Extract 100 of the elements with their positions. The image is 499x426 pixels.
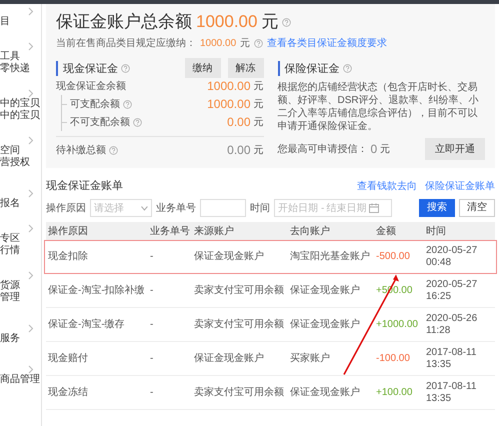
table-cell: 淘宝阳光基金账户 — [288, 240, 374, 274]
caret-icon — [141, 206, 148, 210]
table-cell: 2020-05-27 16:25 — [424, 274, 495, 308]
table-cell: - — [148, 240, 192, 274]
page-title: 保证金账户总余额 — [56, 11, 192, 33]
table-cell: - — [148, 308, 192, 342]
order-number-field[interactable] — [200, 199, 246, 217]
credit-amount: 0 — [370, 142, 378, 156]
table-cell: 保证金现金账户 — [192, 240, 288, 274]
column-header: 来源账户 — [192, 222, 288, 240]
currency-unit: 元 — [240, 37, 250, 50]
table-cell: - — [148, 342, 192, 376]
table-cell: 保证金现金账户 — [288, 376, 374, 410]
sidebar-item[interactable]: 商品管理 — [0, 374, 40, 386]
card-title: 保险保证金 — [278, 60, 340, 76]
sidebar-item[interactable]: 专区 — [0, 233, 20, 245]
sidebar-item[interactable]: 营授权 — [0, 157, 30, 169]
chevron-icon[interactable] — [28, 271, 34, 280]
table-cell: 2017-08-11 13:35 — [424, 376, 495, 410]
balance-label: 待补缴总额 — [56, 144, 106, 157]
section-title: 现金保证金账单 — [46, 179, 123, 193]
table-cell: 现金冻结 — [46, 376, 148, 410]
chevron-icon[interactable] — [28, 136, 34, 145]
table-cell: 卖家支付宝可用余额 — [192, 308, 288, 342]
card-title: 现金保证金 — [56, 60, 118, 76]
currency-unit: 元 — [380, 143, 390, 156]
chevron-icon[interactable] — [28, 7, 34, 16]
sidebar-item[interactable]: 中的宝贝 — [0, 98, 40, 110]
chevron-icon[interactable] — [28, 42, 34, 51]
balance-label: 不可支配余额 — [70, 116, 130, 129]
currency-unit: 元 — [261, 11, 278, 33]
help-icon — [342, 64, 352, 72]
table-cell: +100.00 — [374, 376, 424, 410]
search-button[interactable]: 搜索 — [419, 199, 455, 217]
table-cell: 买家账户 — [288, 342, 374, 376]
balance-label: 可支配余额 — [70, 98, 120, 111]
sidebar-item[interactable]: 中的宝贝 — [0, 110, 40, 122]
help-icon — [282, 18, 292, 27]
column-header: 金额 — [374, 222, 424, 240]
table-cell: 保证金-淘宝-缴存 — [46, 308, 148, 342]
chevron-icon[interactable] — [28, 89, 34, 98]
currency-unit: 元 — [254, 80, 264, 93]
sidebar-item[interactable]: 管理 — [0, 292, 20, 304]
range-separator: - — [321, 202, 324, 214]
table-cell: 2020-05-27 00:48 — [424, 240, 495, 274]
help-icon — [121, 64, 130, 72]
sidebar-item[interactable]: 报名 — [0, 198, 20, 210]
sidebar-item[interactable]: 目 — [0, 16, 10, 28]
action-button[interactable]: 解冻 — [228, 58, 264, 78]
reason-input[interactable]: 请选择 — [94, 202, 140, 214]
credit-label: 您最高可申请授信： — [278, 142, 368, 156]
currency-unit: 元 — [254, 98, 264, 111]
table-cell: 保证金现金账户 — [288, 308, 374, 342]
table-cell: 现金赔付 — [46, 342, 148, 376]
required-amount: 1000.00 — [200, 38, 236, 48]
sidebar-item[interactable]: 服务 — [0, 333, 20, 345]
table-cell: 卖家支付宝可用余额 — [192, 274, 288, 308]
required-label: 当前在售商品类目规定应缴纳： — [56, 36, 196, 50]
end-date-input[interactable]: 结束日期 — [326, 202, 368, 214]
chevron-icon[interactable] — [28, 324, 34, 333]
currency-unit: 元 — [254, 144, 264, 157]
sidebar-item[interactable]: 货源 — [0, 280, 20, 292]
filter-label: 业务单号 — [156, 202, 196, 215]
clear-button[interactable]: 清空 — [459, 199, 495, 217]
balance-amount: 0.00 — [227, 115, 250, 129]
table-cell: 卖家支付宝可用余额 — [192, 376, 288, 410]
action-button[interactable]: 缴纳 — [184, 58, 220, 78]
table-cell: -100.00 — [374, 342, 424, 376]
reason-dropdown[interactable]: 请选择 — [90, 199, 152, 217]
currency-unit: 元 — [254, 116, 264, 129]
column-header: 时间 — [424, 222, 495, 240]
activate-button[interactable]: 立即开通 — [425, 138, 485, 160]
table-cell: 保证金现金账户 — [288, 274, 374, 308]
filter-label: 时间 — [250, 202, 270, 215]
column-header: 操作原因 — [46, 222, 148, 240]
chevron-icon[interactable] — [28, 224, 34, 233]
sidebar-item[interactable]: 行情 — [0, 245, 20, 257]
ledger-link[interactable]: 查看钱款去向 — [357, 178, 417, 192]
total-amount: 1000.00 — [196, 12, 258, 32]
calendar-icon[interactable] — [369, 203, 380, 213]
table-cell: - — [148, 274, 192, 308]
column-header: 业务单号 — [148, 222, 192, 240]
sidebar-item[interactable]: 工具 — [0, 51, 20, 63]
table-cell: 保证金现金账户 — [192, 342, 288, 376]
start-date-input[interactable]: 开始日期 — [278, 202, 319, 214]
ledger-link[interactable]: 保险保证金账单 — [425, 178, 495, 192]
sidebar-item[interactable]: 空间 — [0, 145, 20, 157]
balance-label: 现金保证金余额 — [56, 80, 126, 93]
chevron-icon[interactable] — [28, 189, 34, 198]
chevron-icon[interactable] — [28, 365, 34, 374]
table-cell: 2020-05-26 11:28 — [424, 308, 495, 342]
table-cell: 2017-08-11 13:35 — [424, 342, 495, 376]
balance-amount: 1000.00 — [207, 97, 250, 111]
balance-amount: 1000.00 — [207, 79, 250, 93]
filter-label: 操作原因 — [46, 202, 86, 215]
column-header: 去向账户 — [288, 222, 374, 240]
sidebar-item[interactable]: 零快递 — [0, 63, 30, 75]
table-cell: -500.00 — [374, 240, 424, 274]
help-icon — [254, 38, 263, 48]
table-cell: +1000.00 — [374, 308, 424, 342]
